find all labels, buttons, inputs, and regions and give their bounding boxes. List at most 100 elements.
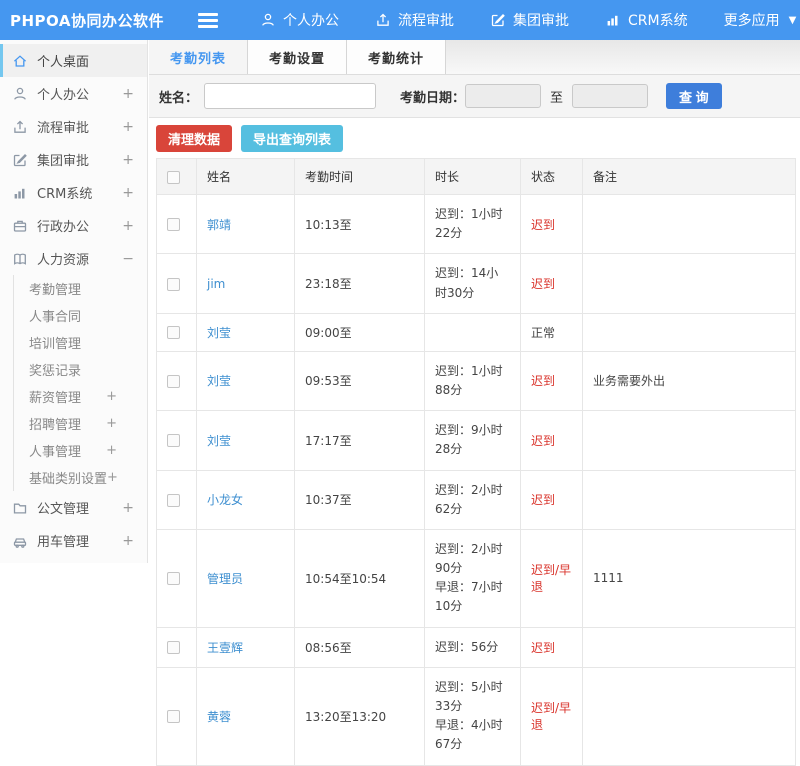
export-list-button[interactable]: 导出查询列表 xyxy=(241,124,344,152)
date-filter-label: 考勤日期： xyxy=(400,90,466,106)
header-remark: 备注 xyxy=(582,158,796,195)
hamburger-menu-icon[interactable] xyxy=(198,12,218,28)
topnav-label: 流程审批 xyxy=(398,13,454,29)
sidebar-item[interactable]: 流程审批 + xyxy=(0,110,147,143)
status-badge: 迟到 xyxy=(531,217,556,232)
sidebar-menu: 个人桌面 个人办公 + 流程审批 + 集团审批 + CRM系统 + 行政办公 + 人力资源 − 考勤管理人… xyxy=(0,44,147,557)
row-checkbox[interactable] xyxy=(167,326,180,340)
sidebar-subitem[interactable]: 人事管理 + xyxy=(14,437,147,464)
row-checkbox[interactable] xyxy=(167,218,180,232)
row-checkbox[interactable] xyxy=(167,374,180,388)
table-row: 管理员 10:54至10:54 迟到：2小时90分 早退：7小时10分 迟到/早退 111… xyxy=(156,528,796,628)
top-nav: 个人办公 流程审批 集团审批 CRM系统 更多应用 ▼ xyxy=(260,10,796,30)
expand-indicator: + xyxy=(106,416,117,431)
employee-name-link[interactable]: 黄蓉 xyxy=(207,710,231,724)
sidebar-item[interactable]: 用车管理 + xyxy=(0,524,147,557)
sidebar-subitem-label: 人事管理 xyxy=(29,445,82,460)
main-panel: 考勤列表 考勤设置 考勤统计 姓名： 考勤日期： 至 查 询 清理数据 导出查询… xyxy=(149,40,800,766)
sidebar-subitem-label: 奖惩记录 xyxy=(29,364,82,379)
topnav-crm-system[interactable]: CRM系统 xyxy=(605,10,688,30)
sidebar-subitem[interactable]: 人事合同 xyxy=(14,302,147,329)
sidebar-subitem[interactable]: 基础类别设置 + xyxy=(14,464,147,491)
status-badge: 迟到/早退 xyxy=(531,701,572,733)
table-row: jim 23:18至 迟到：14小时30分 迟到 xyxy=(156,253,796,314)
home-icon xyxy=(12,53,28,69)
duration-cell: 迟到：9小时28分 xyxy=(424,410,521,471)
expand-indicator: − xyxy=(122,250,134,267)
employee-name-link[interactable]: 小龙女 xyxy=(207,493,243,507)
folder-icon xyxy=(12,500,28,516)
duration-cell: 迟到：1小时22分 xyxy=(424,193,521,255)
sidebar-item-label: CRM系统 xyxy=(37,187,93,202)
row-checkbox[interactable] xyxy=(167,710,180,724)
table-header-row: 姓名 考勤时间 时长 状态 备注 xyxy=(156,158,796,195)
status-badge: 迟到 xyxy=(531,640,556,655)
sidebar-item[interactable]: 公文管理 + xyxy=(0,491,147,524)
topnav-personal-office[interactable]: 个人办公 xyxy=(260,10,339,30)
employee-name-link[interactable]: 刘莹 xyxy=(207,326,231,340)
sidebar-subitem[interactable]: 奖惩记录 xyxy=(14,356,147,383)
remark-cell xyxy=(582,626,796,668)
topnav-more-apps[interactable]: 更多应用 ▼ xyxy=(724,10,797,30)
topnav-group-approval[interactable]: 集团审批 xyxy=(490,10,569,30)
topnav-workflow-approval[interactable]: 流程审批 xyxy=(375,10,454,30)
row-checkbox[interactable] xyxy=(167,277,180,291)
table-row: 王壹辉 08:56至 迟到：56分 迟到 xyxy=(156,626,796,668)
employee-name-link[interactable]: 刘莹 xyxy=(207,374,231,388)
sidebar-item[interactable]: 行政办公 + xyxy=(0,209,147,242)
row-checkbox[interactable] xyxy=(167,493,180,507)
sidebar-subitem[interactable]: 薪资管理 + xyxy=(14,383,147,410)
sidebar-subitem[interactable]: 招聘管理 + xyxy=(14,410,147,437)
row-checkbox[interactable] xyxy=(167,434,180,448)
sidebar-item[interactable]: 集团审批 + xyxy=(0,143,147,176)
expand-indicator: + xyxy=(106,443,117,458)
date-to-input[interactable] xyxy=(572,84,649,108)
employee-name-link[interactable]: 管理员 xyxy=(207,572,243,586)
attendance-time: 13:20至13:20 xyxy=(294,666,425,766)
status-badge: 迟到 xyxy=(531,277,556,292)
bar-chart-icon xyxy=(12,185,28,201)
remark-cell xyxy=(582,253,796,314)
sidebar-item[interactable]: 个人办公 + xyxy=(0,77,147,110)
tab-attendance-list[interactable]: 考勤列表 xyxy=(149,40,249,74)
attendance-time: 17:17至 xyxy=(294,410,425,471)
remark-cell xyxy=(582,666,796,766)
sidebar-subitem-label: 培训管理 xyxy=(29,337,82,352)
sidebar-submenu: 考勤管理人事合同培训管理奖惩记录薪资管理 + 招聘管理 + 人事管理 + 基础类别设置 + xyxy=(13,275,147,491)
sidebar-item-label: 用车管理 xyxy=(37,535,90,550)
table-row: 小龙女 10:37至 迟到：2小时62分 迟到 xyxy=(156,469,796,530)
sidebar-subitem-label: 考勤管理 xyxy=(29,283,82,298)
row-checkbox[interactable] xyxy=(167,572,180,586)
clean-data-button[interactable]: 清理数据 xyxy=(156,124,233,152)
employee-name-link[interactable]: 王壹辉 xyxy=(207,641,243,655)
sidebar-subitem[interactable]: 培训管理 xyxy=(14,329,147,356)
sidebar: 个人桌面 个人办公 + 流程审批 + 集团审批 + CRM系统 + 行政办公 + 人力资源 − 考勤管理人… xyxy=(0,40,148,563)
name-filter-label: 姓名： xyxy=(159,90,199,106)
sidebar-item-label: 集团审批 xyxy=(37,154,90,169)
sidebar-item[interactable]: 人力资源 − xyxy=(0,242,147,275)
employee-name-link[interactable]: 刘莹 xyxy=(207,434,231,448)
employee-name-link[interactable]: jim xyxy=(207,277,225,291)
edit-icon xyxy=(490,12,506,28)
name-filter-input[interactable] xyxy=(204,83,377,109)
remark-cell xyxy=(582,193,796,255)
attendance-time: 10:37至 xyxy=(294,469,425,530)
topnav-label: CRM系统 xyxy=(628,13,688,29)
select-all-checkbox[interactable] xyxy=(167,170,180,184)
employee-name-link[interactable]: 郭靖 xyxy=(207,218,231,232)
duration-cell xyxy=(424,312,521,352)
search-button[interactable]: 查 询 xyxy=(666,83,722,109)
tab-attendance-settings[interactable]: 考勤设置 xyxy=(248,40,348,74)
user-icon xyxy=(260,12,276,28)
sidebar-subitem-label: 招聘管理 xyxy=(29,418,82,433)
sidebar-item[interactable]: CRM系统 + xyxy=(0,176,147,209)
date-from-input[interactable] xyxy=(465,84,542,108)
sidebar-subitem[interactable]: 考勤管理 xyxy=(14,275,147,302)
sidebar-item[interactable]: 个人桌面 xyxy=(0,44,147,77)
remark-cell xyxy=(582,312,796,352)
row-checkbox[interactable] xyxy=(167,641,180,655)
sidebar-item-label: 公文管理 xyxy=(37,502,90,517)
tab-attendance-stats[interactable]: 考勤统计 xyxy=(347,40,447,74)
expand-indicator: + xyxy=(122,532,134,549)
status-badge: 迟到/早退 xyxy=(531,563,572,595)
